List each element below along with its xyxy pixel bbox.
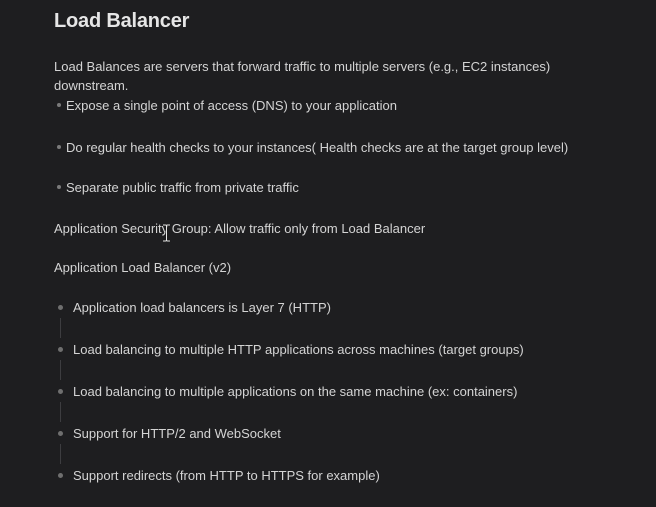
- bullet-dot-icon: [58, 431, 63, 436]
- bullet-dot-icon: [58, 347, 63, 352]
- bullet-dot-icon: [57, 144, 61, 149]
- intro-bullet: Expose a single point of access (DNS) to…: [57, 96, 397, 115]
- outline-guide-line: [60, 318, 61, 338]
- bullet-dot-icon: [58, 305, 63, 310]
- note-page: Load Balancer Load Balances are servers …: [0, 0, 656, 507]
- bullet-dot-icon: [57, 102, 61, 107]
- security-group-note: Application Security Group: Allow traffi…: [54, 221, 426, 236]
- page-title: Load Balancer: [54, 10, 190, 32]
- outline-guide-line: [60, 402, 61, 422]
- bullet-dot-icon: [57, 184, 61, 189]
- intro-paragraph: Load Balances are servers that forward t…: [54, 59, 551, 93]
- alb-bullet: Support for HTTP/2 and WebSocket: [73, 426, 281, 441]
- intro-bullet: Separate public traffic from private tra…: [57, 178, 299, 197]
- outline-guide-line: [60, 360, 61, 380]
- alb-bullet: Application load balancers is Layer 7 (H…: [73, 300, 331, 315]
- alb-bullet: Load balancing to multiple applications …: [73, 384, 518, 399]
- intro-bullet-text: Separate public traffic from private tra…: [66, 180, 299, 195]
- intro-bullet: Do regular health checks to your instanc…: [57, 138, 568, 157]
- intro-bullet-text: Do regular health checks to your instanc…: [66, 140, 569, 155]
- bullet-dot-icon: [58, 473, 63, 478]
- outline-guide-line: [60, 444, 61, 464]
- alb-heading: Application Load Balancer (v2): [54, 260, 232, 275]
- alb-bullet: Load balancing to multiple HTTP applicat…: [73, 342, 524, 357]
- text-cursor-icon: [163, 224, 170, 242]
- intro-bullet-text: Expose a single point of access (DNS) to…: [66, 98, 397, 113]
- alb-bullet: Support redirects (from HTTP to HTTPS fo…: [73, 468, 380, 483]
- bullet-dot-icon: [58, 389, 63, 394]
